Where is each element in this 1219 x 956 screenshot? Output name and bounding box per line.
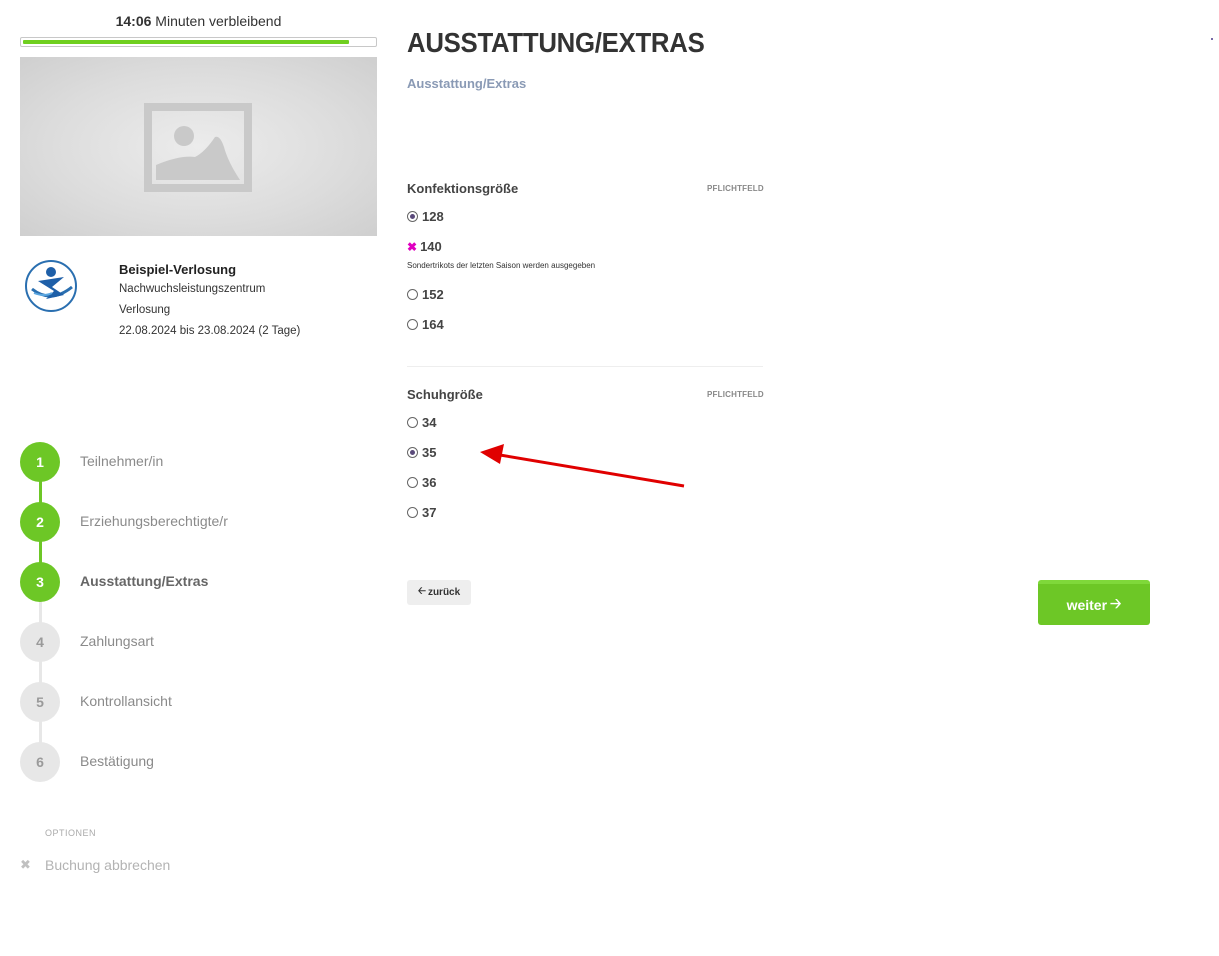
annotation-arrow-icon xyxy=(480,444,685,488)
back-button[interactable]: 🡠 zurück xyxy=(407,580,471,605)
shoe-option-36[interactable]: 36 xyxy=(407,475,436,490)
option-value: 164 xyxy=(422,317,444,332)
step-5-circle: 5 xyxy=(20,682,60,722)
clothing-option-152[interactable]: 152 xyxy=(407,287,444,302)
clothing-option-128[interactable]: 128 xyxy=(407,209,444,224)
arrow-right-icon: 🡢 xyxy=(1110,594,1122,611)
shoe-option-37[interactable]: 37 xyxy=(407,505,436,520)
unavailable-x-icon: ✖ xyxy=(407,239,418,254)
cancel-booking-link[interactable]: Buchung abbrechen xyxy=(45,857,170,873)
back-button-label: zurück xyxy=(427,587,461,598)
event-dates: 22.08.2024 bis 23.08.2024 (2 Tage) xyxy=(119,325,301,337)
event-image-placeholder xyxy=(20,57,377,236)
timer-progress-fill xyxy=(23,40,350,44)
section-divider xyxy=(407,366,763,367)
radio-empty-icon[interactable] xyxy=(407,417,418,428)
step-6-label: Bestätigung xyxy=(80,753,154,769)
next-button-label: weiter xyxy=(1066,596,1108,613)
step-1-circle: 1 xyxy=(20,442,60,482)
timer-minutes: 14:06 xyxy=(115,13,152,29)
radio-selected-icon[interactable] xyxy=(407,447,418,458)
step-3-label: Ausstattung/Extras xyxy=(80,573,209,589)
option-value: 140 xyxy=(420,239,442,254)
clothing-option-note: Sondertrikots der letzten Saison werden … xyxy=(407,261,596,270)
clothing-required-badge: PFLICHTFELD xyxy=(707,184,764,193)
step-1-label: Teilnehmer/in xyxy=(80,453,164,469)
radio-empty-icon[interactable] xyxy=(407,507,418,518)
page-title: AUSSTATTUNG/EXTRAS xyxy=(407,27,705,58)
event-organizer: Nachwuchsleistungszentrum xyxy=(119,283,266,295)
step-5-label: Kontrollansicht xyxy=(80,693,172,709)
step-2-circle: 2 xyxy=(20,502,60,542)
close-icon[interactable]: ✖ xyxy=(20,857,31,873)
image-placeholder-icon xyxy=(144,103,252,192)
step-4-circle: 4 xyxy=(20,622,60,662)
shoe-required-badge: PFLICHTFELD xyxy=(707,390,764,399)
options-heading: OPTIONEN xyxy=(45,828,97,838)
option-value: 36 xyxy=(422,475,437,490)
next-button[interactable]: weiter 🡢 xyxy=(1038,580,1150,625)
step-6-circle: 6 xyxy=(20,742,60,782)
timer-suffix: Minuten verbleibend xyxy=(151,13,282,29)
timer-progress-bar xyxy=(20,37,377,47)
arrow-left-icon: 🡠 xyxy=(417,586,426,597)
option-value: 37 xyxy=(422,505,437,520)
radio-empty-icon[interactable] xyxy=(407,477,418,488)
option-value: 128 xyxy=(422,209,444,224)
step-4-label: Zahlungsart xyxy=(80,633,154,649)
shoe-option-35[interactable]: 35 xyxy=(407,445,436,460)
option-value: 35 xyxy=(422,445,437,460)
organizer-logo xyxy=(25,260,77,312)
option-value: 34 xyxy=(422,415,437,430)
radio-selected-icon[interactable] xyxy=(407,211,418,222)
event-title: Beispiel-Verlosung xyxy=(119,262,237,277)
event-type: Verlosung xyxy=(119,304,171,316)
shoe-size-label: Schuhgröße xyxy=(407,387,483,402)
radio-empty-icon[interactable] xyxy=(407,289,418,300)
clothing-option-164[interactable]: 164 xyxy=(407,317,444,332)
clothing-option-140: ✖ 140 xyxy=(407,239,442,254)
step-3-circle: 3 xyxy=(20,562,60,602)
option-value: 152 xyxy=(422,287,444,302)
decorative-dot xyxy=(1211,38,1213,40)
page-subtitle: Ausstattung/Extras xyxy=(407,76,527,91)
shoe-option-34[interactable]: 34 xyxy=(407,415,436,430)
radio-empty-icon[interactable] xyxy=(407,319,418,330)
step-2-label: Erziehungsberechtigte/r xyxy=(80,513,228,529)
clothing-size-label: Konfektionsgröße xyxy=(407,181,519,196)
timer-text: 14:06 Minuten verbleibend xyxy=(20,13,377,29)
